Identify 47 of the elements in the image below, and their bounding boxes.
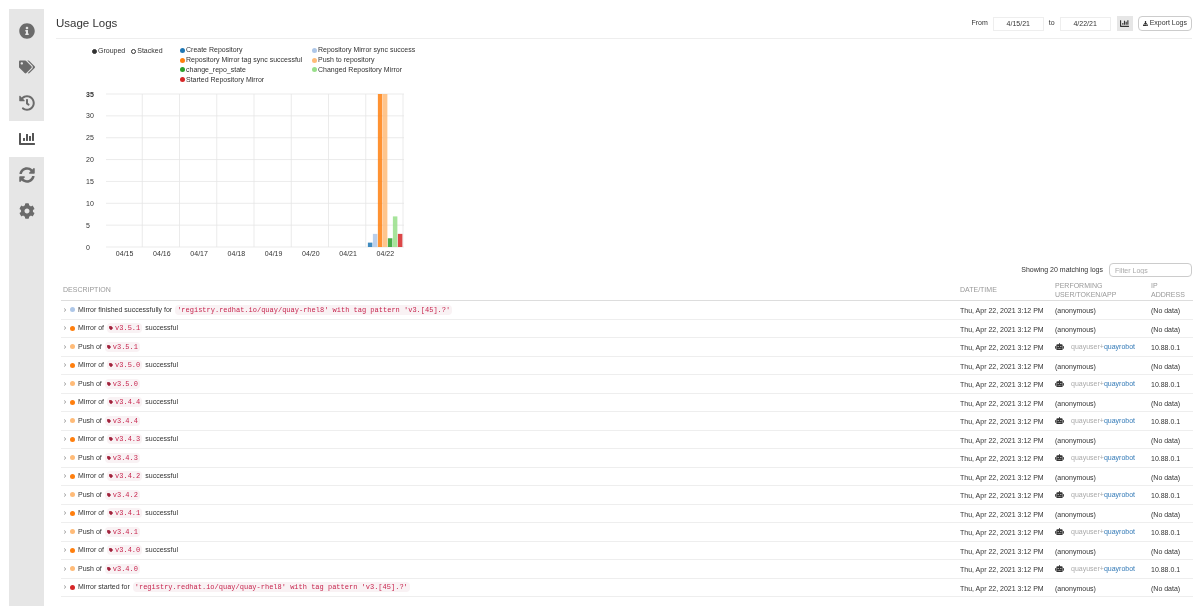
expand-chevron-icon[interactable] xyxy=(63,400,67,405)
tag-icon xyxy=(106,418,111,423)
expand-chevron-icon[interactable] xyxy=(63,326,67,331)
expand-chevron-icon[interactable] xyxy=(63,566,67,571)
tag-icon xyxy=(106,529,111,534)
tag-icon xyxy=(109,400,114,405)
robot-icon xyxy=(1055,416,1064,426)
settings-icon xyxy=(18,203,35,219)
expand-chevron-icon[interactable] xyxy=(63,585,67,590)
expand-chevron-icon[interactable] xyxy=(63,455,67,460)
bar-chart-icon xyxy=(18,131,35,147)
tag-icon xyxy=(109,474,114,479)
robot-icon xyxy=(1055,342,1064,352)
tag-icon xyxy=(109,511,114,516)
tag-icon xyxy=(109,326,114,331)
tag-icon xyxy=(106,344,111,349)
robot-icon xyxy=(1055,564,1064,574)
tag-icon xyxy=(106,492,111,497)
expand-chevron-icon[interactable] xyxy=(63,381,67,386)
tag-icon xyxy=(109,363,114,368)
tag-icon xyxy=(106,455,111,460)
refresh-icon xyxy=(18,167,35,183)
tag-icon xyxy=(109,437,114,442)
expand-chevron-icon[interactable] xyxy=(63,474,67,479)
expand-chevron-icon[interactable] xyxy=(63,511,67,516)
expand-chevron-icon[interactable] xyxy=(63,344,67,349)
expand-chevron-icon[interactable] xyxy=(63,529,67,534)
chart-toggle-button[interactable] xyxy=(1116,16,1133,31)
expand-chevron-icon[interactable] xyxy=(63,548,67,553)
tags-icon xyxy=(18,59,35,75)
history-icon xyxy=(18,95,35,111)
tag-icon xyxy=(109,548,114,553)
robot-icon xyxy=(1055,379,1064,389)
tag-icon xyxy=(106,566,111,571)
expand-chevron-icon[interactable] xyxy=(63,492,67,497)
page-title: Usage Logs xyxy=(56,15,119,31)
tag-icon xyxy=(106,381,111,386)
bar-chart-icon xyxy=(1120,19,1130,28)
expand-chevron-icon[interactable] xyxy=(63,307,67,312)
robot-icon xyxy=(1055,527,1064,537)
expand-chevron-icon[interactable] xyxy=(63,363,67,368)
expand-chevron-icon[interactable] xyxy=(63,437,67,442)
robot-icon xyxy=(1055,453,1064,463)
expand-chevron-icon[interactable] xyxy=(63,418,67,423)
info-icon xyxy=(18,23,35,39)
robot-icon xyxy=(1055,490,1064,500)
download-icon xyxy=(1142,21,1148,26)
